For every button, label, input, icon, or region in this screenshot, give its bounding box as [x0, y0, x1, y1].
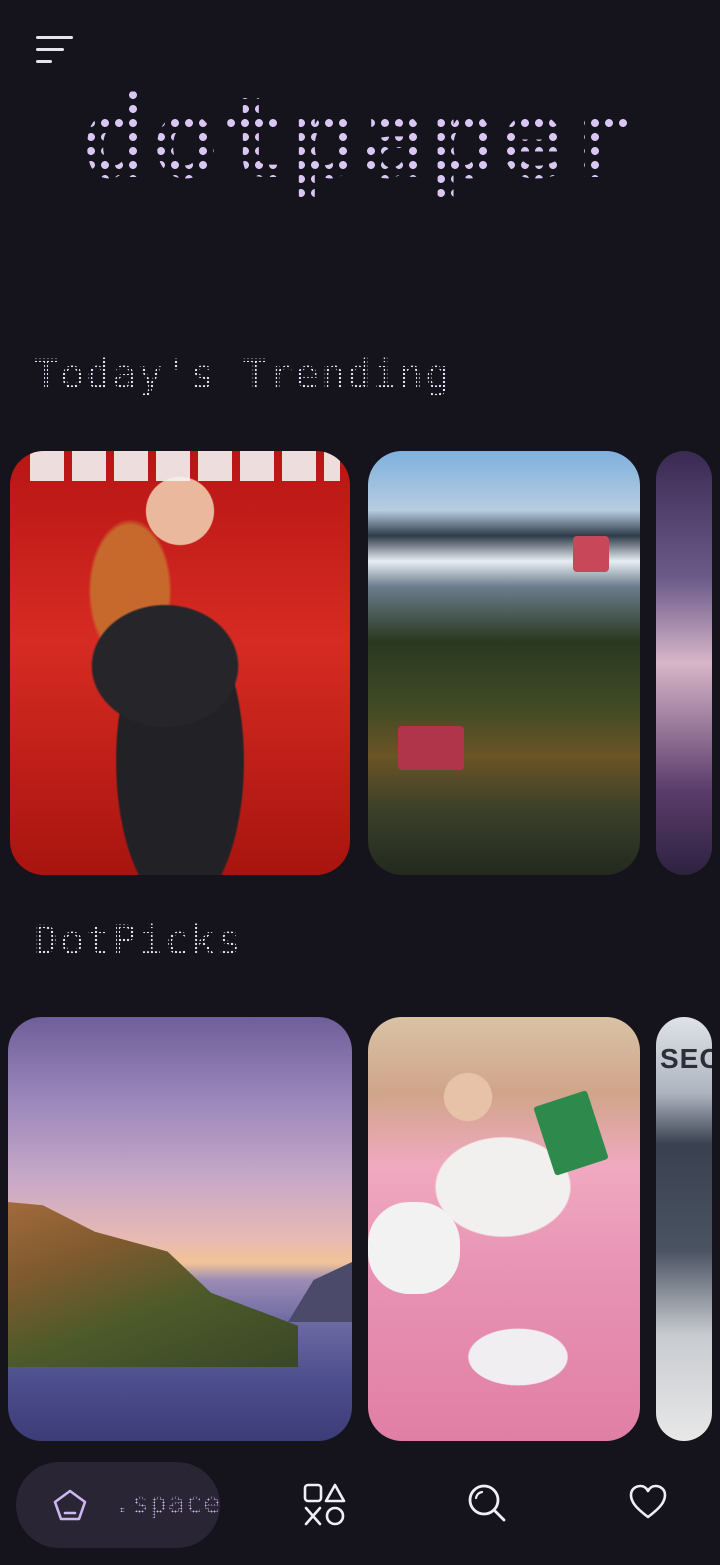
nav-space-button[interactable]: .space [16, 1462, 220, 1548]
mountain-shape [8, 1202, 298, 1367]
menu-line [36, 48, 64, 51]
section-title-dotpicks: DotPicks [34, 918, 243, 964]
church-shape [398, 726, 464, 770]
bottom-nav: .space [0, 1460, 720, 1565]
poster-text: SEC [660, 1043, 712, 1074]
book-shape [533, 1090, 609, 1176]
menu-line [36, 60, 52, 63]
heart-icon [629, 1484, 667, 1519]
nav-favorites-button[interactable] [628, 1482, 668, 1526]
menu-icon[interactable] [36, 34, 76, 70]
wallpaper-card-picks-1[interactable] [8, 1017, 352, 1441]
nav-space-label: .space [114, 1486, 222, 1519]
home-pentagon-icon [53, 1489, 87, 1521]
magazine-masthead [30, 451, 340, 481]
nav-search-button[interactable] [466, 1482, 508, 1528]
wallpaper-card-picks-2[interactable] [368, 1017, 640, 1441]
wallpaper-card-trending-2[interactable] [368, 451, 640, 875]
cat-plush-shape [368, 1202, 460, 1294]
nav-explore-button[interactable] [302, 1482, 348, 1532]
menu-line [36, 36, 73, 39]
section-title-trending: Today's Trending [34, 352, 452, 398]
shapes-icon [303, 1483, 346, 1526]
church-shape [573, 536, 609, 572]
app-logo: dotpaper [0, 74, 720, 204]
wallpaper-card-picks-3[interactable]: SEC [656, 1017, 712, 1441]
wallpaper-card-trending-1[interactable] [10, 451, 350, 875]
mountain-shape [288, 1262, 352, 1322]
search-icon [468, 1484, 506, 1522]
wallpaper-card-trending-3[interactable] [656, 451, 712, 875]
